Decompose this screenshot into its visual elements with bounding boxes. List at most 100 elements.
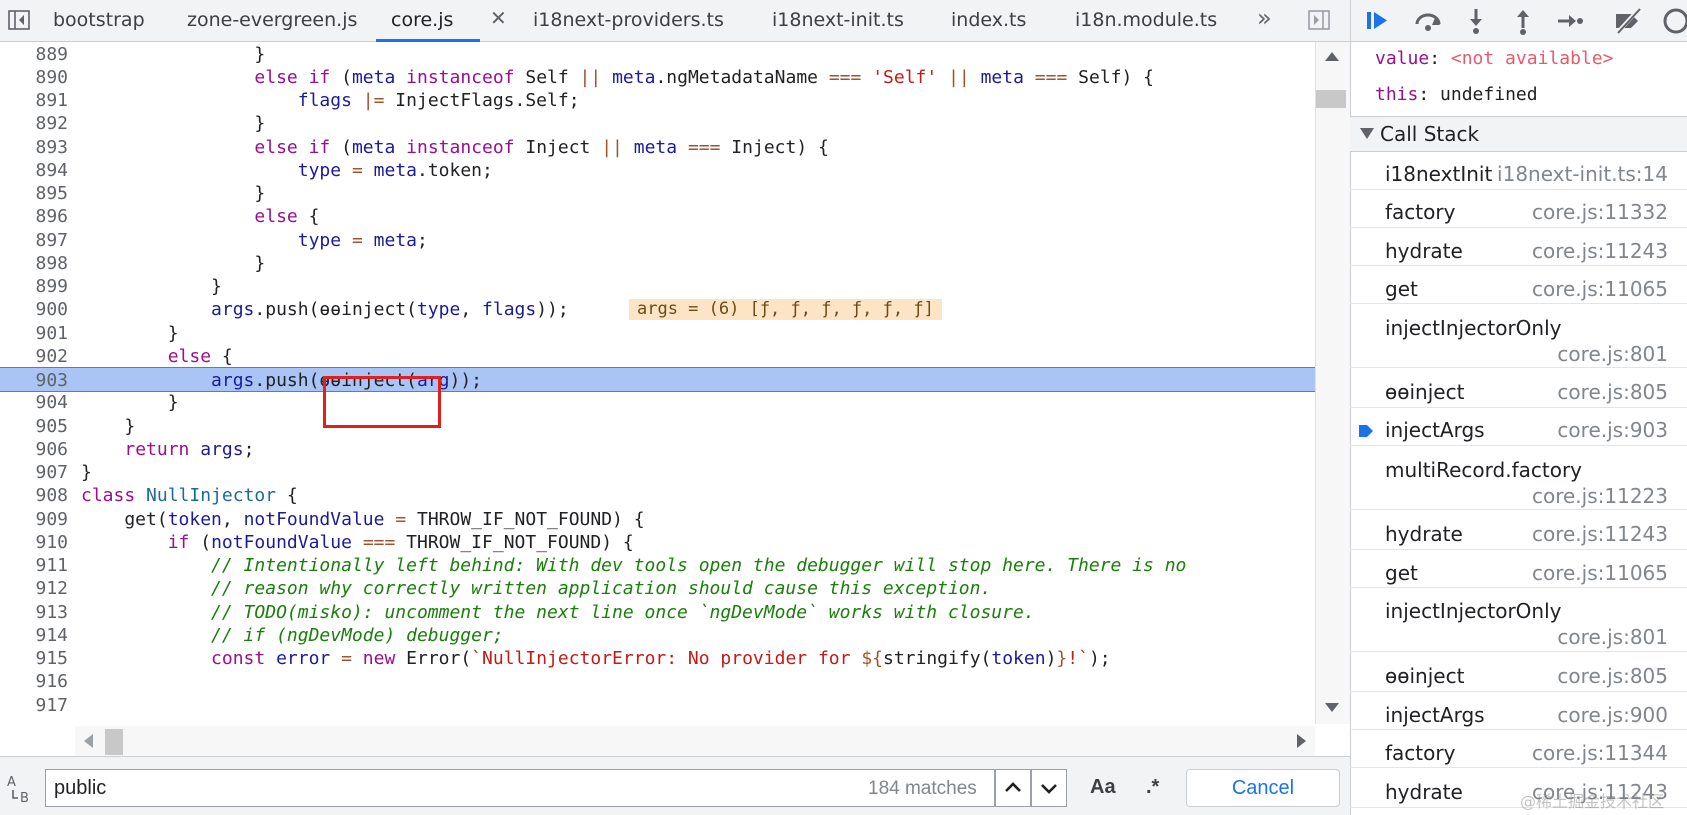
line-number[interactable]: 902	[0, 344, 68, 369]
line-number[interactable]: 904	[0, 390, 68, 415]
code-line: 891 flags |= InjectFlags.Self;	[0, 88, 1315, 113]
line-number[interactable]: 893	[0, 135, 68, 160]
scroll-left-icon[interactable]	[84, 734, 93, 748]
line-number[interactable]: 913	[0, 600, 68, 625]
tab-bootstrap[interactable]: bootstrap	[53, 0, 145, 42]
line-number[interactable]: 896	[0, 204, 68, 229]
line-number[interactable]: 915	[0, 646, 68, 671]
regex-button[interactable]: .*	[1146, 776, 1159, 799]
tab-i18next-init[interactable]: i18next-init.ts	[772, 0, 904, 42]
scroll-down-icon[interactable]	[1325, 703, 1339, 712]
call-frame-name[interactable]: injectInjectorOnly	[1385, 316, 1561, 340]
call-frame-location[interactable]: core.js:11344	[1532, 741, 1668, 765]
scroll-right-icon[interactable]	[1297, 734, 1306, 748]
line-number[interactable]: 890	[0, 65, 68, 90]
next-match-button[interactable]	[1031, 769, 1067, 807]
scope-variable-this[interactable]: this: undefined	[1375, 84, 1538, 105]
code-line: 909 get(token, notFoundValue = THROW_IF_…	[0, 507, 1315, 532]
scroll-up-icon[interactable]	[1325, 52, 1339, 61]
call-frame-name[interactable]: injectArgs	[1385, 418, 1485, 442]
call-frame-name[interactable]: injectInjectorOnly	[1385, 599, 1561, 623]
scope-variable-value[interactable]: value: <not available>	[1375, 48, 1613, 69]
call-frame-location[interactable]: i18next-init.ts:14	[1497, 162, 1668, 186]
call-frame-name[interactable]: ɵɵinject	[1385, 380, 1464, 404]
line-number[interactable]: 899	[0, 274, 68, 299]
line-number[interactable]: 889	[0, 42, 68, 67]
toggle-debugger-sidebar-icon[interactable]	[1308, 10, 1330, 30]
call-frame-location[interactable]: core.js:801	[1557, 625, 1668, 649]
step-into-icon[interactable]	[1461, 6, 1491, 36]
call-frame-name[interactable]: hydrate	[1385, 522, 1463, 546]
call-frame-location[interactable]: core.js:11223	[1532, 484, 1668, 508]
line-number[interactable]: 911	[0, 553, 68, 578]
search-input[interactable]	[54, 777, 814, 800]
line-number[interactable]: 897	[0, 228, 68, 253]
previous-match-button[interactable]	[995, 769, 1031, 807]
line-number[interactable]: 894	[0, 158, 68, 183]
line-number[interactable]: 912	[0, 576, 68, 601]
tab-zone-evergreen[interactable]: zone-evergreen.js	[187, 0, 357, 42]
tab-i18n-module[interactable]: i18n.module.ts	[1075, 0, 1217, 42]
step-icon[interactable]	[1555, 6, 1585, 36]
close-tab-icon[interactable]: ✕	[490, 6, 507, 30]
line-number[interactable]: 901	[0, 321, 68, 346]
vertical-scroll-thumb[interactable]	[1316, 90, 1346, 108]
line-number[interactable]: 907	[0, 460, 68, 485]
call-frame-location[interactable]: core.js:11332	[1532, 200, 1668, 224]
code-editor[interactable]: 889 } 890 else if (meta instanceof Self …	[0, 42, 1315, 724]
call-frame-location[interactable]: core.js:903	[1557, 418, 1668, 442]
replace-toggle-icon[interactable]: A B	[6, 773, 36, 803]
call-frame-location[interactable]: core.js:11065	[1532, 561, 1668, 585]
line-number[interactable]: 917	[0, 693, 68, 718]
cancel-button[interactable]: Cancel	[1186, 769, 1340, 807]
call-frame-name[interactable]: hydrate	[1385, 239, 1463, 263]
step-over-icon[interactable]	[1413, 6, 1443, 36]
line-number[interactable]: 905	[0, 414, 68, 439]
call-frame-name[interactable]: injectArgs	[1385, 703, 1485, 727]
call-stack-title[interactable]: Call Stack	[1380, 122, 1479, 146]
call-frame-name[interactable]: get	[1385, 561, 1418, 585]
code-line: 901 }	[0, 321, 1315, 346]
resume-icon[interactable]	[1364, 6, 1394, 36]
call-frame-location[interactable]: core.js:805	[1557, 664, 1668, 688]
execution-line: 903 args.push(ɵɵinject(arg));	[0, 367, 1315, 392]
match-case-button[interactable]: Aa	[1090, 776, 1116, 799]
call-frame-name[interactable]: i18nextInit	[1385, 162, 1492, 186]
call-frame-name[interactable]: get	[1385, 277, 1418, 301]
tab-index-ts[interactable]: index.ts	[951, 0, 1026, 42]
line-number[interactable]: 898	[0, 251, 68, 276]
call-frame-name[interactable]: factory	[1385, 741, 1455, 765]
horizontal-scroll-thumb[interactable]	[105, 729, 123, 755]
call-frame-location[interactable]: core.js:11243	[1532, 239, 1668, 263]
call-frame-location[interactable]: core.js:801	[1557, 342, 1668, 366]
call-frame-location[interactable]: core.js:805	[1557, 380, 1668, 404]
pause-on-exceptions-icon[interactable]	[1661, 6, 1687, 36]
call-frame-location[interactable]: core.js:11243	[1532, 522, 1668, 546]
deactivate-breakpoints-icon[interactable]	[1613, 6, 1643, 36]
more-tabs-icon[interactable]: »	[1257, 4, 1272, 32]
collapse-caret-icon[interactable]	[1360, 128, 1374, 139]
tab-i18next-providers[interactable]: i18next-providers.ts	[533, 0, 724, 42]
call-frame-location[interactable]: core.js:900	[1557, 703, 1668, 727]
line-number[interactable]: 908	[0, 483, 68, 508]
step-out-icon[interactable]	[1508, 6, 1538, 36]
line-number[interactable]: 914	[0, 623, 68, 648]
line-number[interactable]: 909	[0, 507, 68, 532]
line-number[interactable]: 916	[0, 669, 68, 694]
horizontal-scrollbar[interactable]	[75, 726, 1315, 756]
line-number[interactable]: 910	[0, 530, 68, 555]
line-number[interactable]: 892	[0, 111, 68, 136]
inline-variable-value[interactable]: args = (6) [ƒ, ƒ, ƒ, ƒ, ƒ, ƒ]	[629, 299, 942, 320]
call-frame-location[interactable]: core.js:11065	[1532, 277, 1668, 301]
vertical-scrollbar[interactable]	[1315, 42, 1350, 724]
call-frame-name[interactable]: multiRecord.factory	[1385, 458, 1582, 482]
toggle-navigator-icon[interactable]	[8, 10, 30, 30]
line-number[interactable]: 906	[0, 437, 68, 462]
line-number[interactable]: 900	[0, 297, 68, 322]
call-frame-name[interactable]: hydrate	[1385, 780, 1463, 804]
line-number[interactable]: 895	[0, 181, 68, 206]
tab-core-js[interactable]: core.js	[376, 0, 480, 42]
call-frame-name[interactable]: ɵɵinject	[1385, 664, 1464, 688]
line-number[interactable]: 891	[0, 88, 68, 113]
call-frame-name[interactable]: factory	[1385, 200, 1455, 224]
